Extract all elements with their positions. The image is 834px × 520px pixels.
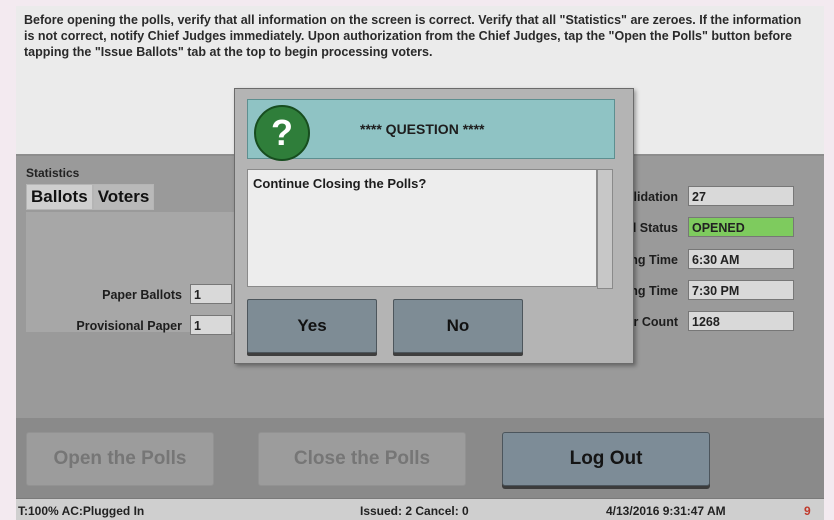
- issued-count: Issued: 2 Cancel: 0: [360, 504, 469, 518]
- tab-ballots[interactable]: Ballots: [26, 184, 93, 210]
- dialog-message: Continue Closing the Polls?: [247, 169, 597, 287]
- power-status: T:100% AC:Plugged In: [18, 504, 145, 518]
- open-polls-button[interactable]: Open the Polls: [26, 432, 214, 486]
- dialog-header: ? **** QUESTION ****: [247, 99, 615, 161]
- paper-ballots-label: Paper Ballots: [102, 288, 182, 302]
- yes-button[interactable]: Yes: [247, 299, 377, 353]
- polling-screen: Before opening the polls, verify that al…: [16, 6, 824, 520]
- date-time: 4/13/2016 9:31:47 AM: [606, 504, 726, 518]
- tab-voters[interactable]: Voters: [92, 184, 155, 210]
- close-polls-button[interactable]: Close the Polls: [258, 432, 466, 486]
- statistics-tabs: Ballots Voters: [26, 184, 155, 210]
- opening-time-value: 6:30 AM: [688, 249, 794, 269]
- closing-time-value: 7:30 PM: [688, 280, 794, 300]
- tab-body: [26, 212, 246, 332]
- provisional-paper-value: 1: [190, 315, 232, 335]
- question-icon: ?: [254, 105, 310, 161]
- dialog-title: **** QUESTION ****: [360, 121, 485, 137]
- no-button[interactable]: No: [393, 299, 523, 353]
- log-out-button[interactable]: Log Out: [502, 432, 710, 486]
- dialog-scrollbar[interactable]: [597, 169, 613, 289]
- provisional-paper-label: Provisional Paper: [76, 319, 182, 333]
- poll-status-value: OPENED: [688, 217, 794, 237]
- action-bar: Open the Polls Close the Polls Log Out: [16, 418, 824, 498]
- corner-indicator: 9: [804, 504, 811, 518]
- status-bar: T:100% AC:Plugged In Issued: 2 Cancel: 0…: [16, 498, 824, 520]
- voter-count-value: 1268: [688, 311, 794, 331]
- question-dialog: ? **** QUESTION **** Continue Closing th…: [234, 88, 634, 364]
- consolidation-value: 27: [688, 186, 794, 206]
- statistics-label: Statistics: [26, 166, 80, 180]
- paper-ballots-value: 1: [190, 284, 232, 304]
